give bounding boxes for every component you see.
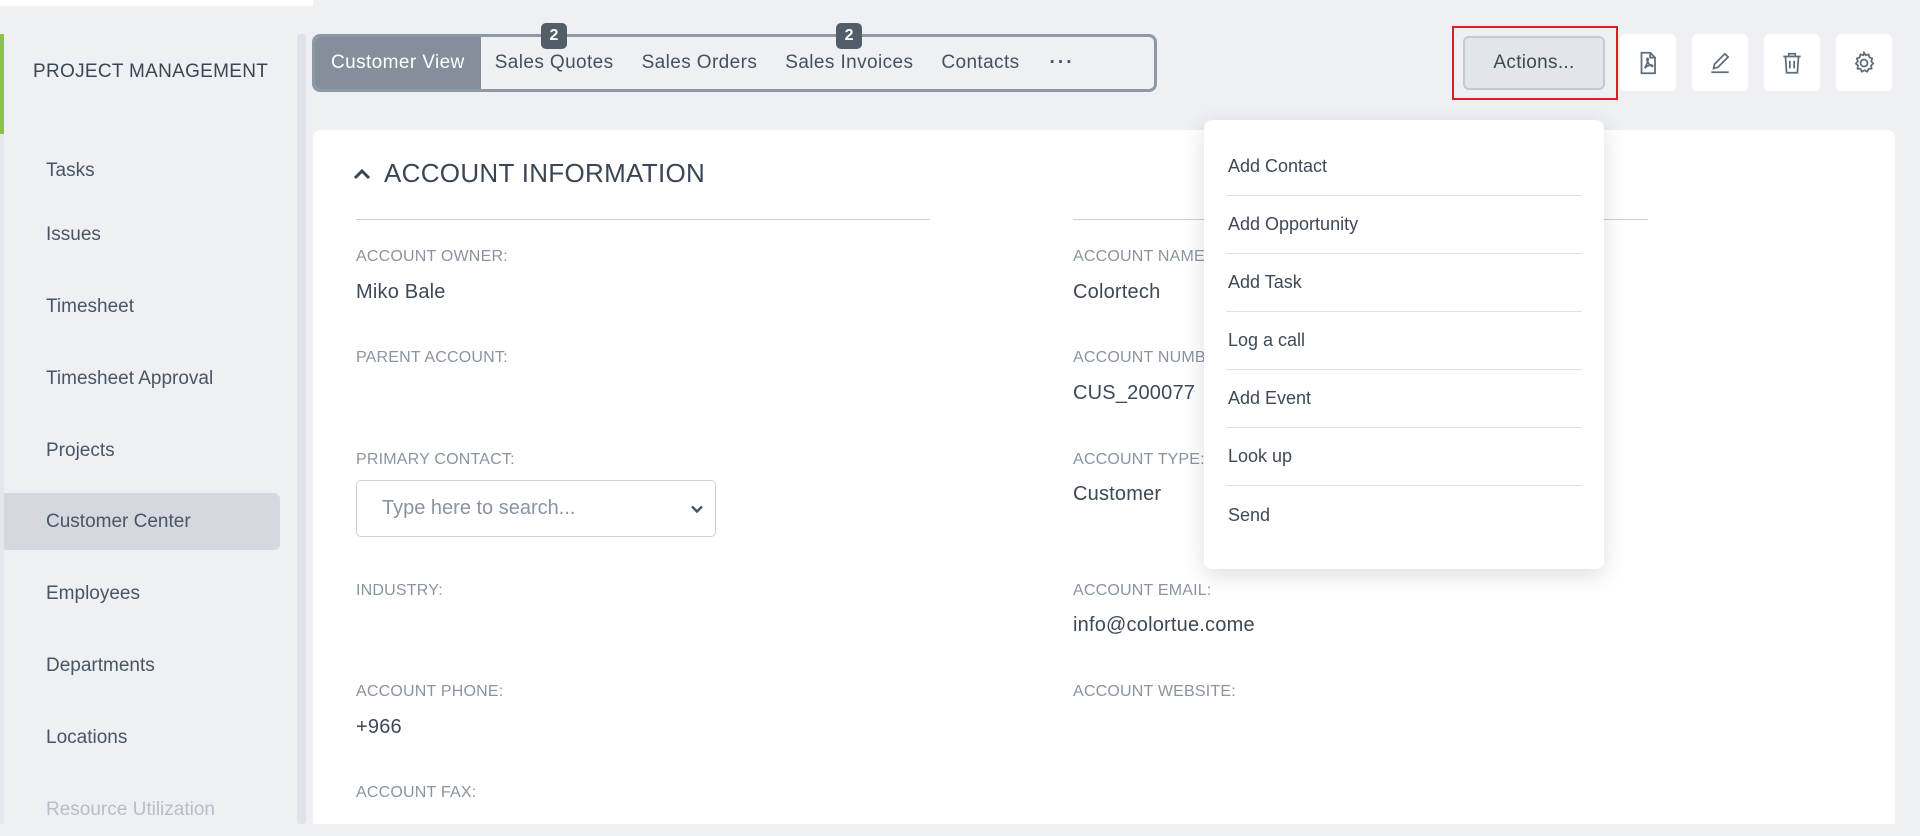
pdf-button[interactable] [1620,34,1676,91]
chevron-up-icon [353,168,371,179]
gear-icon [1854,50,1875,73]
tab-sales-orders[interactable]: Sales Orders [628,37,772,89]
tab-more[interactable]: ··· [1034,37,1091,89]
tab-contacts[interactable]: Contacts [927,37,1033,89]
account-phone-value: +966 [356,716,402,738]
actions-button[interactable]: Actions... [1463,36,1605,90]
delete-button[interactable] [1764,34,1820,91]
sidebar-item-tasks[interactable]: Tasks [4,142,280,199]
trash-icon [1783,52,1801,74]
menu-item-add-event[interactable]: Add Event [1226,370,1582,428]
bottom-strip [0,824,1920,836]
sidebar-scrollbar[interactable] [297,34,306,824]
tab-sales-quotes[interactable]: 2 Sales Quotes [481,23,628,89]
account-email-value: info@colortue.come [1073,614,1255,636]
sidebar-item-issues[interactable]: Issues [4,206,280,263]
edit-icon [1711,52,1730,73]
account-owner-label: ACCOUNT OWNER: [356,248,508,265]
sidebar-accent-bar [0,34,4,134]
menu-item-add-task[interactable]: Add Task [1226,254,1582,312]
account-website-label: ACCOUNT WEBSITE: [1073,683,1236,700]
tab-sales-invoices[interactable]: 2 Sales Invoices [771,23,927,89]
more-icon: ··· [1049,52,1075,73]
sidebar: PROJECT MANAGEMENT Tasks Issues Timeshee… [0,34,296,836]
menu-item-add-opportunity[interactable]: Add Opportunity [1226,196,1582,254]
sidebar-item-projects[interactable]: Projects [4,422,280,479]
account-phone-label: ACCOUNT PHONE: [356,683,504,700]
account-type-label: ACCOUNT TYPE: [1073,451,1205,468]
primary-contact-search-input[interactable] [356,480,716,537]
menu-item-log-a-call[interactable]: Log a call [1226,312,1582,370]
account-number-label: ACCOUNT NUMBE [1073,349,1217,366]
tab-label: Customer View [331,52,465,73]
sidebar-item-customer-center[interactable]: Customer Center [4,493,280,550]
tab-label: Contacts [941,52,1020,73]
parent-account-label: PARENT ACCOUNT: [356,349,508,366]
account-name-value: Colortech [1073,281,1161,303]
primary-contact-label: PRIMARY CONTACT: [356,451,515,468]
account-owner-value: Miko Bale [356,281,446,303]
account-name-label: ACCOUNT NAME [1073,248,1205,265]
section-title: ACCOUNT INFORMATION [384,158,706,188]
settings-button[interactable] [1836,34,1892,91]
account-email-label: ACCOUNT EMAIL: [1073,582,1212,599]
count-badge: 2 [836,23,863,49]
sidebar-item-departments[interactable]: Departments [4,637,280,694]
menu-item-send[interactable]: Send [1226,486,1582,544]
sidebar-header: PROJECT MANAGEMENT [33,61,269,82]
tab-bar: Customer View 2 Sales Quotes Sales Order… [312,23,1157,92]
industry-label: INDUSTRY: [356,582,443,599]
section-divider-left [356,219,930,220]
tab-label: Sales Orders [641,52,758,73]
account-type-value: Customer [1073,483,1162,505]
sidebar-item-timesheet[interactable]: Timesheet [4,278,280,335]
top-strip [0,0,313,6]
menu-item-look-up[interactable]: Look up [1226,428,1582,486]
sidebar-item-timesheet-approval[interactable]: Timesheet Approval [4,350,280,407]
tab-customer-view[interactable]: Customer View [315,37,481,89]
actions-dropdown-menu: Add Contact Add Opportunity Add Task Log… [1204,120,1604,569]
sidebar-item-locations[interactable]: Locations [4,709,280,766]
account-information-toggle[interactable]: ACCOUNT INFORMATION [350,158,705,189]
menu-item-add-contact[interactable]: Add Contact [1226,138,1582,196]
count-badge: 2 [541,23,568,49]
tab-label: Sales Invoices [785,52,914,73]
account-number-value: CUS_200077 [1073,382,1196,404]
pdf-icon [1640,51,1656,74]
tab-label: Sales Quotes [494,52,614,73]
edit-button[interactable] [1692,34,1748,91]
sidebar-item-employees[interactable]: Employees [4,565,280,622]
account-fax-label: ACCOUNT FAX: [356,784,477,801]
